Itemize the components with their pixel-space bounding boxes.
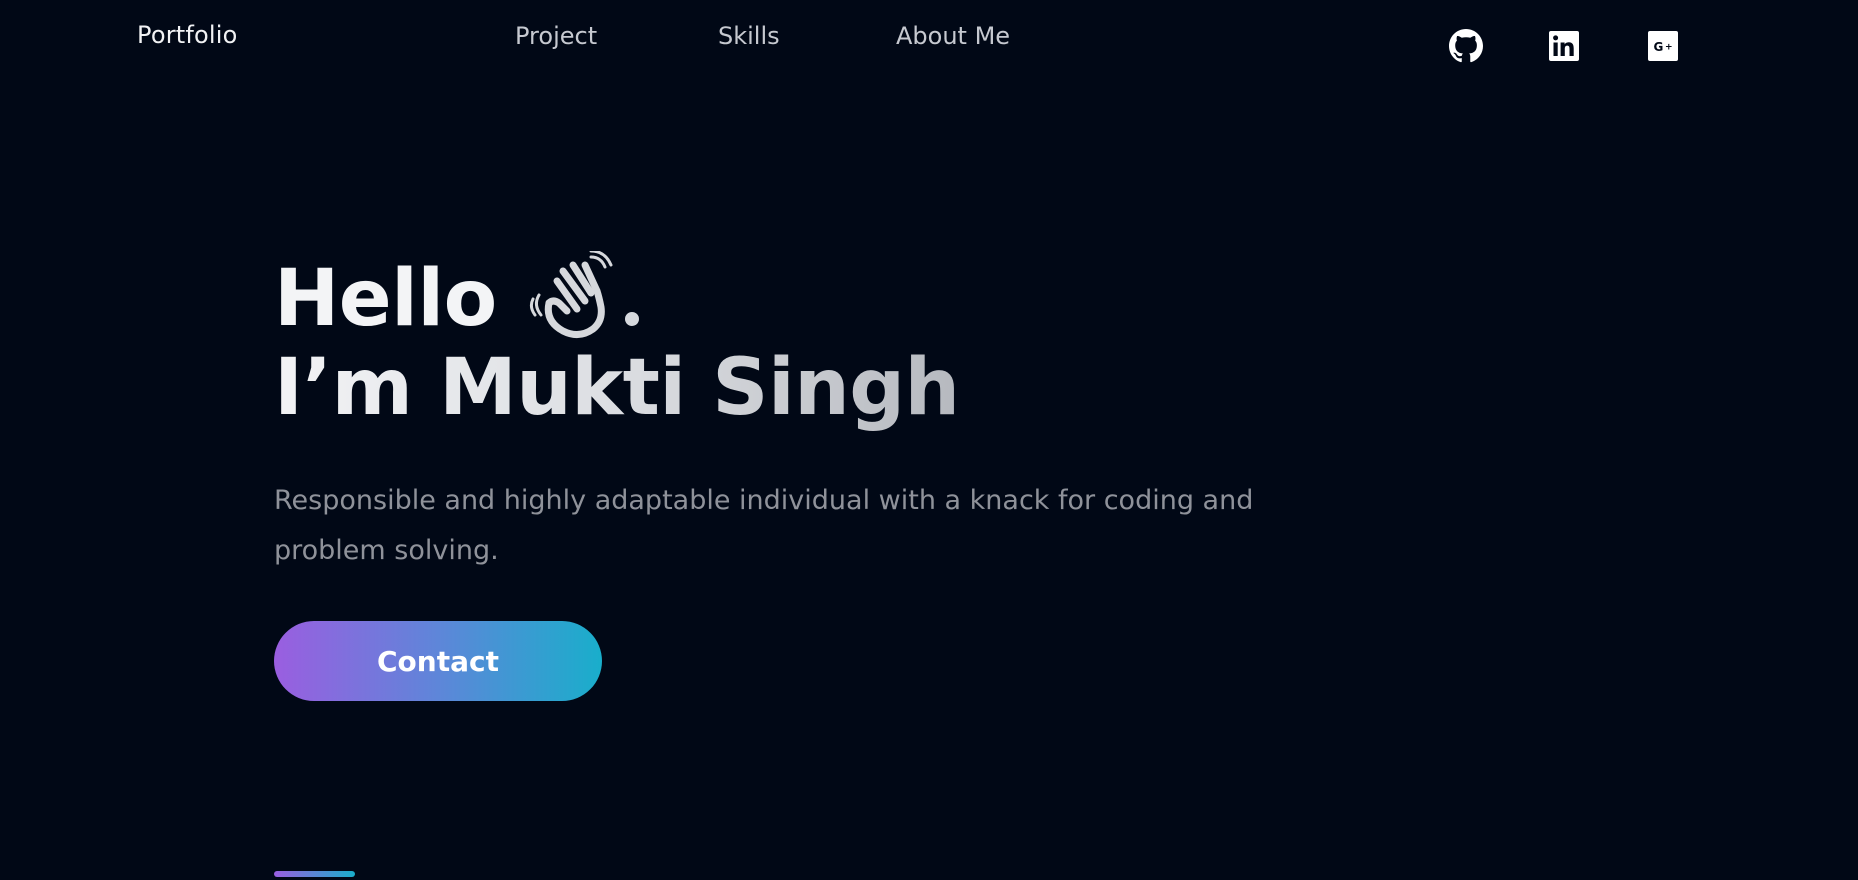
nav-link-project[interactable]: Project xyxy=(515,22,597,50)
contact-button[interactable]: Contact xyxy=(274,621,602,701)
hero-bio: Responsible and highly adaptable individ… xyxy=(274,485,1254,566)
hero-name: I’m Mukti Singh xyxy=(274,343,960,433)
linkedin-icon xyxy=(1549,31,1579,61)
linkedin-link[interactable] xyxy=(1547,29,1581,63)
github-link[interactable] xyxy=(1449,29,1483,63)
nav-link-about-me[interactable]: About Me xyxy=(896,22,1010,50)
nav-link-skills[interactable]: Skills xyxy=(718,22,780,50)
svg-text:G: G xyxy=(1654,40,1664,54)
svg-text:+: + xyxy=(1665,43,1673,53)
github-icon xyxy=(1449,29,1483,63)
waving-hand-icon xyxy=(529,251,613,338)
google-plus-link[interactable]: G + xyxy=(1646,29,1680,63)
scroll-indicator xyxy=(274,871,355,877)
portfolio-page: Portfolio Project Skills About Me G + He… xyxy=(0,0,1858,880)
google-plus-icon: G + xyxy=(1648,31,1678,61)
greeting-text: Hello xyxy=(274,254,497,344)
period-dot xyxy=(624,312,639,326)
hero-greeting: Hello xyxy=(274,251,639,344)
